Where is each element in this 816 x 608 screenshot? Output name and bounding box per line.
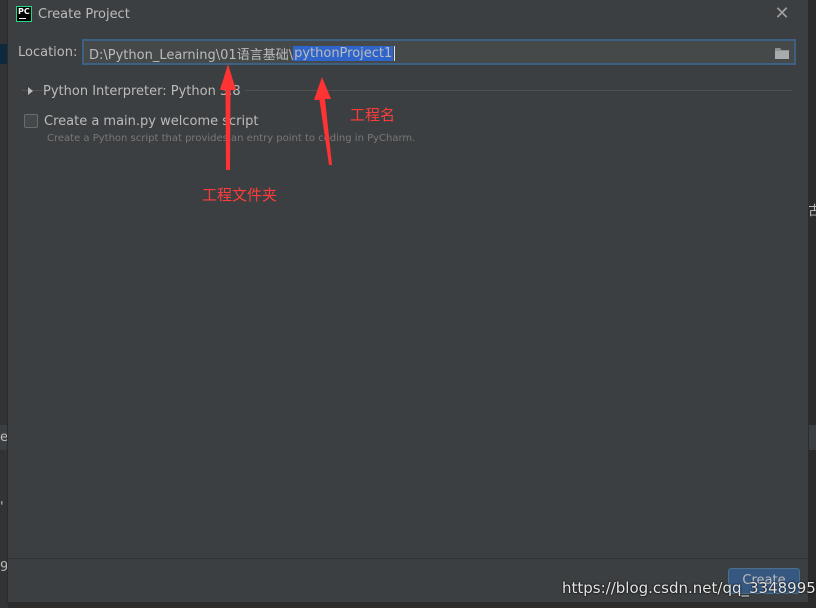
watermark: https://blog.csdn.net/qq_33489955 (562, 579, 816, 597)
annotation-project-folder: 工程文件夹 (202, 186, 278, 204)
arrow-to-project-folder (220, 64, 236, 170)
arrow-to-project-name (314, 77, 332, 165)
annotation-arrows (220, 64, 332, 170)
annotation-project-name: 工程名 (350, 106, 396, 124)
